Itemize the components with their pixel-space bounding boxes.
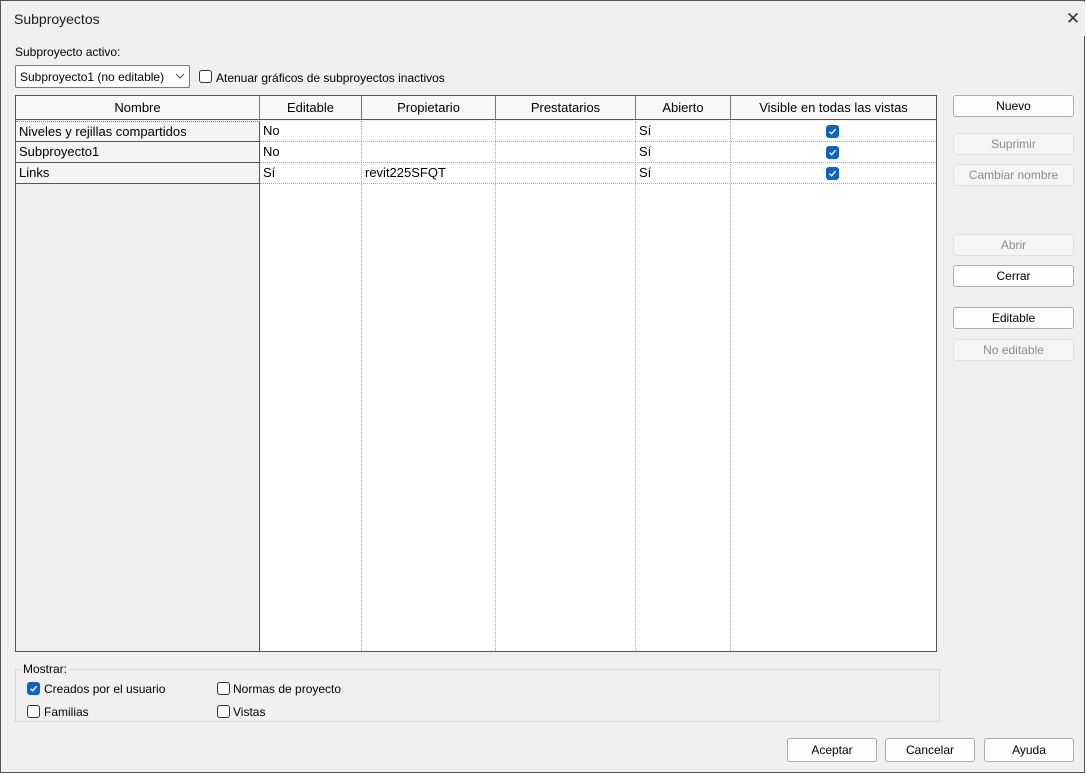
subprojects-dialog: Subproyectos ✕ Subproyecto activo: Subpr… [0,0,1085,773]
checkmark-icon [829,128,837,135]
user-created-label: Creados por el usuario [44,682,166,696]
cancel-button[interactable]: Cancelar [885,738,975,762]
row-editable[interactable]: No [260,121,361,142]
row-owner[interactable]: revit225SFQT [362,163,495,184]
row-owner[interactable] [362,142,495,163]
row-visible-checkbox[interactable] [826,167,839,180]
close-icon[interactable]: ✕ [1062,8,1084,30]
dim-inactive-checkbox[interactable] [199,70,212,83]
row-owner[interactable] [362,121,495,142]
close-button[interactable]: Cerrar [953,265,1074,287]
dim-inactive-label: Atenuar gráficos de subproyectos inactiv… [216,71,445,85]
column-header-name[interactable]: Nombre [16,96,260,120]
row-borrowers[interactable] [496,142,635,163]
families-checkbox[interactable] [27,705,40,718]
subprojects-table: Nombre Editable Propietario Prestatarios… [15,95,937,652]
row-editable[interactable]: No [260,142,361,163]
row-header-empty-area [16,184,260,651]
row-visible-checkbox[interactable] [826,125,839,138]
chevron-down-icon [175,73,185,79]
new-button[interactable]: Nuevo [953,95,1074,117]
column-header-borrowers[interactable]: Prestatarios [496,96,636,120]
column-header-visible[interactable]: Visible en todas las vistas [731,96,936,120]
row-borrowers[interactable] [496,163,635,184]
views-label: Vistas [233,705,266,719]
show-legend: Mostrar: [21,662,70,676]
row-editable[interactable]: Sí [260,163,361,184]
row-open[interactable]: Sí [636,142,730,163]
families-label: Familias [44,705,89,719]
editable-button[interactable]: Editable [953,307,1074,329]
views-checkbox[interactable] [217,705,230,718]
user-created-checkbox[interactable] [27,682,40,695]
checkmark-icon [30,685,38,692]
delete-button[interactable]: Suprimir [953,133,1074,155]
active-subproject-label: Subproyecto activo: [15,45,121,59]
row-name[interactable]: Links [16,163,260,184]
help-button[interactable]: Ayuda [984,738,1074,762]
checkmark-icon [829,149,837,156]
open-button[interactable]: Abrir [953,234,1074,256]
active-subproject-dropdown[interactable]: Subproyecto1 (no editable) [15,65,190,88]
rename-button[interactable]: Cambiar nombre [953,164,1074,186]
checkmark-icon [829,170,837,177]
row-visible-checkbox[interactable] [826,146,839,159]
window-title: Subproyectos [14,11,100,27]
column-header-editable[interactable]: Editable [260,96,362,120]
row-name[interactable]: Subproyecto1 [16,142,260,163]
row-open[interactable]: Sí [636,121,730,142]
project-standards-checkbox[interactable] [217,682,230,695]
row-open[interactable]: Sí [636,163,730,184]
row-borrowers[interactable] [496,121,635,142]
row-name[interactable]: Niveles y rejillas compartidos [16,121,260,142]
not-editable-button[interactable]: No editable [953,339,1074,361]
project-standards-label: Normas de proyecto [233,682,342,696]
active-subproject-value: Subproyecto1 (no editable) [20,70,165,84]
title-bar: Subproyectos ✕ [2,2,1085,36]
ok-button[interactable]: Aceptar [787,738,877,762]
column-header-owner[interactable]: Propietario [362,96,496,120]
column-header-open[interactable]: Abierto [636,96,731,120]
